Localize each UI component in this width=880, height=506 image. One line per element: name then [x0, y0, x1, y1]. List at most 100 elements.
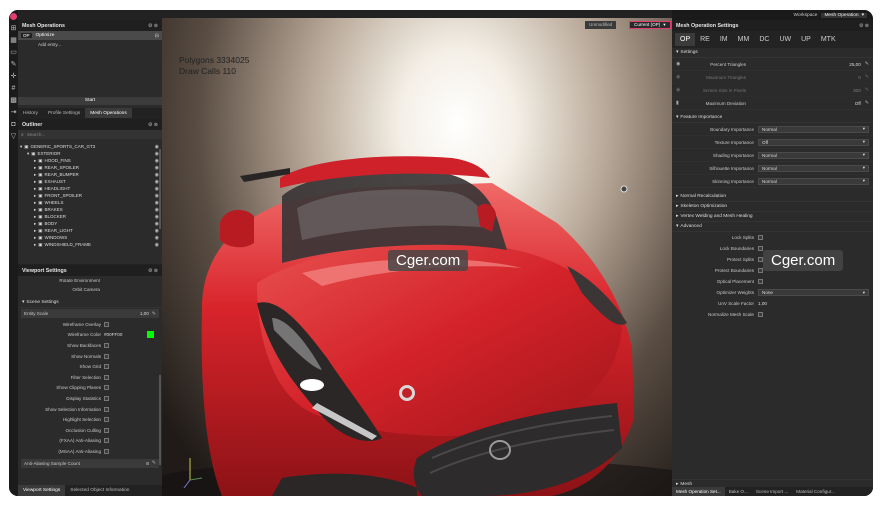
edit-icon[interactable]: ✎ [865, 87, 869, 93]
tab-up[interactable]: UP [796, 33, 816, 46]
tree-item[interactable]: ▸ ▣ FRONT_SPOILER ◉ [18, 192, 162, 199]
gear-icon[interactable]: ⚙ ⊗ [859, 23, 869, 29]
tree-root[interactable]: ▾ ▣ GENERIC_SPORTS_CAR_GT3 ◉ [18, 143, 162, 150]
scene-setting-row[interactable]: (FXAA) Anti-Aliasing [18, 436, 162, 447]
cube-icon[interactable]: ◘ [9, 118, 18, 130]
collapsed-section[interactable]: ▸ Normal Recalculation [672, 192, 873, 202]
state-unmodified-button[interactable]: Unmodified [585, 21, 617, 29]
rotate-environment[interactable]: Rotate Environment [18, 276, 162, 285]
gear-icon[interactable]: ⚙ ⊗ [148, 268, 158, 274]
select-icon[interactable]: ⊞ [9, 22, 18, 34]
workspace-dropdown[interactable]: Mesh Operation ▾ [821, 12, 867, 18]
window-icon[interactable]: ▭ [9, 46, 18, 58]
setting-row[interactable]: ▮ Maximum Deviation Off ✎ [672, 97, 873, 110]
orbit-camera[interactable]: Orbit Camera [18, 285, 162, 294]
tree-item[interactable]: ▸ ▣ REAR_SPOILER ◉ [18, 164, 162, 171]
chevron-right-icon[interactable]: ▸ [34, 207, 36, 213]
tree-item[interactable]: ▸ ▣ WHEELS ◉ [18, 199, 162, 206]
feature-dropdown[interactable]: Normal ▾ [758, 125, 869, 133]
checkbox[interactable] [104, 406, 109, 412]
setting-row[interactable]: ◉ Percent Triangles 25,00 ✎ [672, 58, 873, 71]
merge-icon[interactable]: ⇥ [9, 106, 18, 118]
material-icon[interactable]: ▩ [9, 94, 18, 106]
outliner-scrollbar[interactable] [159, 149, 161, 229]
chevron-right-icon[interactable]: ▸ [34, 186, 36, 192]
optimizer-weights-dropdown[interactable]: None ▾ [758, 289, 869, 296]
tree-item[interactable]: ▸ ▣ BODY ◉ [18, 220, 162, 227]
tree-item[interactable]: ▸ ▣ BLOCKER ◉ [18, 213, 162, 220]
checkbox[interactable] [758, 235, 763, 240]
scene-setting-row[interactable]: Show Backfaces [18, 340, 162, 351]
grid-icon[interactable]: ▦ [9, 34, 18, 46]
add-entry[interactable]: Add entry... [18, 40, 162, 49]
chevron-right-icon[interactable]: ▸ [34, 158, 36, 164]
hash-icon[interactable]: # [9, 82, 18, 94]
advanced-section[interactable]: ▾ Advanced [672, 222, 873, 232]
collapsed-section[interactable]: ▸ Vertex Welding and Mesh Healing [672, 212, 873, 222]
checkbox[interactable] [104, 438, 109, 444]
checkbox[interactable] [104, 321, 109, 327]
scene-setting-row[interactable]: Show Selection Information [18, 404, 162, 415]
home-icon[interactable] [9, 10, 18, 22]
chevron-right-icon[interactable]: ▸ [34, 228, 36, 234]
scene-setting-row[interactable]: Filter Selection [18, 372, 162, 383]
tab-history[interactable]: History [18, 108, 43, 118]
feature-importance-section[interactable]: ▾ Feature Importance [672, 113, 873, 123]
eye-icon[interactable]: ◉ [155, 242, 159, 248]
aa-sample-count-field[interactable]: Anti-Aliasing Sample Count 8 ✎ [21, 458, 159, 468]
tree-item[interactable]: ▸ ▣ WINDOWS ◉ [18, 234, 162, 241]
radio-icon[interactable]: ◉ [676, 61, 686, 67]
state-current-dropdown[interactable]: Current (OP) ▾ [629, 21, 671, 29]
tab-dc[interactable]: DC [754, 33, 774, 46]
setting-row[interactable]: ◉ Screen Size in Pixels 300 ✎ [672, 84, 873, 97]
scene-setting-row[interactable]: Show Grid [18, 361, 162, 372]
checkbox[interactable] [104, 364, 109, 370]
setting-row[interactable]: ◉ Maximum Triangles 0 ✎ [672, 71, 873, 84]
edit-icon[interactable]: ✎ [152, 311, 156, 317]
tab-re[interactable]: RE [695, 33, 715, 46]
right-bottom-tab[interactable]: Bake O... [725, 487, 752, 496]
chevron-right-icon[interactable]: ▸ [34, 200, 36, 206]
tree-item[interactable]: ▸ ▣ HEADLIGHT ◉ [18, 185, 162, 192]
move-icon[interactable]: ✛ [9, 70, 18, 82]
start-button[interactable]: Start [18, 97, 162, 105]
tab-op[interactable]: OP [675, 33, 696, 46]
eye-icon[interactable]: ◉ [155, 235, 159, 241]
feature-dropdown[interactable]: Off ▾ [758, 138, 869, 146]
entity-scale-field[interactable]: Entity Scale 1,00 ✎ [21, 309, 159, 318]
scene-setting-row[interactable]: Show Normals [18, 351, 162, 362]
edit-icon[interactable]: ✎ [865, 100, 869, 106]
tree-item[interactable]: ▸ ▣ REAR_BUMPER ◉ [18, 171, 162, 178]
3d-viewport[interactable]: Polygons 3334025 Draw Calls 110 Unmodifi… [162, 18, 672, 496]
feature-dropdown[interactable]: Normal ▾ [758, 164, 869, 172]
tab-mtk[interactable]: MTK [816, 33, 841, 46]
scene-setting-row[interactable]: Wireframe Color #00FF00 [18, 330, 162, 341]
checkbox[interactable] [104, 417, 109, 423]
settings-scrollbar[interactable] [159, 375, 161, 465]
tab-mesh-operations[interactable]: Mesh Operations [85, 108, 132, 118]
outliner-search[interactable]: ⌕ Search... [18, 130, 162, 139]
operation-row[interactable]: OP Optimize ⊟ [18, 31, 162, 40]
checkbox[interactable] [104, 427, 109, 433]
settings-section[interactable]: ▾ Settings [672, 48, 873, 58]
chevron-right-icon[interactable]: ▸ [34, 214, 36, 220]
right-bottom-tab[interactable]: Material Configur... [792, 487, 839, 496]
right-bottom-tab[interactable]: Mesh Operation Set... [672, 487, 725, 496]
tree-item[interactable]: ▸ ▣ WINDSHIELD_FRAME ◉ [18, 241, 162, 248]
scene-setting-row[interactable]: Display Statistics [18, 393, 162, 404]
chevron-right-icon[interactable]: ▸ [34, 172, 36, 178]
checkbox[interactable] [104, 385, 109, 391]
scene-setting-row[interactable]: Wireframe Overlay [18, 319, 162, 330]
chevron-right-icon[interactable]: ▸ [34, 235, 36, 241]
chevron-right-icon[interactable]: ▸ [34, 179, 36, 185]
chevron-right-icon[interactable]: ▸ [34, 221, 36, 227]
radio-icon[interactable]: ◉ [676, 87, 686, 93]
tab-im[interactable]: IM [715, 33, 733, 46]
scene-setting-row[interactable]: Occlusion Culling [18, 425, 162, 436]
radio-icon[interactable]: ▮ [676, 100, 686, 106]
checkbox[interactable] [104, 342, 109, 348]
chevron-right-icon[interactable]: ▸ [34, 242, 36, 248]
tab-selected-object-information[interactable]: Selected Object Information [65, 485, 134, 496]
feature-dropdown[interactable]: Normal ▾ [758, 177, 869, 185]
checkbox[interactable] [104, 448, 109, 454]
